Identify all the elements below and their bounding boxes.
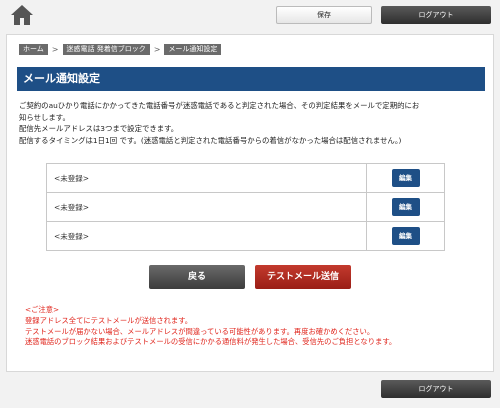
send-test-mail-button[interactable]: テストメール送信 [255,265,351,289]
table-row: <未登録> 編集 [46,163,445,193]
notes-heading: <ご注意> [25,305,60,314]
breadcrumb-block-settings[interactable]: 迷惑電話 発着信ブロック [62,43,150,55]
breadcrumb-current: メール通知設定 [164,43,222,55]
breadcrumb-separator: > [51,44,59,54]
notes-line: テストメールが届かない場合、メールアドレスが間違っている可能性があります。再度お… [25,326,375,336]
description-line: ご契約のauひかり電話にかかってきた電話番号が迷惑電話であると判定された場合、そ… [19,101,420,110]
logout-button-top[interactable]: ログアウト [381,6,491,24]
breadcrumb-separator: > [153,44,161,54]
top-toolbar: 保存 ログアウト [0,0,500,30]
email-registration-table: <未登録> 編集 <未登録> 編集 <未登録> 編集 [46,163,445,251]
email-address-value: <未登録> [46,221,367,251]
save-button[interactable]: 保存 [276,6,372,24]
breadcrumb-home[interactable]: ホーム [19,43,48,55]
edit-button-3[interactable]: 編集 [391,227,420,245]
action-cell: 編集 [366,192,445,222]
description-line: 知らせします。 [19,112,70,122]
edit-button-1[interactable]: 編集 [391,169,420,187]
caution-notes: <ご注意> 登録アドレス全てにテストメールが送信されます。 テストメールが届かな… [25,305,491,348]
breadcrumb: ホーム > 迷惑電話 発着信ブロック > メール通知設定 [19,43,222,55]
logout-button-bottom[interactable]: ログアウト [381,380,491,398]
description-line: 配信先メールアドレスは3つまで設定できます。 [19,124,179,133]
page-title: メール通知設定 [17,67,485,91]
back-button[interactable]: 戻る [149,265,245,289]
email-address-value: <未登録> [46,192,367,222]
action-cell: 編集 [366,163,445,193]
action-cell: 編集 [366,221,445,251]
main-panel: ホーム > 迷惑電話 発着信ブロック > メール通知設定 メール通知設定 ご契約… [6,34,494,372]
table-row: <未登録> 編集 [46,221,445,251]
home-icon[interactable] [10,4,34,26]
table-row: <未登録> 編集 [46,192,445,222]
description: ご契約のauひかり電話にかかってきた電話番号が迷惑電話であると判定された場合、そ… [19,100,489,146]
description-line: 配信するタイミングは1日1回 です。(迷惑電話と判定された電話番号からの着信がな… [19,135,402,145]
edit-button-2[interactable]: 編集 [391,198,420,216]
notes-line: 登録アドレス全てにテストメールが送信されます。 [25,315,193,325]
email-address-value: <未登録> [46,163,367,193]
notes-line: 迷惑電話のブロック結果およびテストメールの受信にかかる通信料が発生した場合、受信… [25,337,397,347]
